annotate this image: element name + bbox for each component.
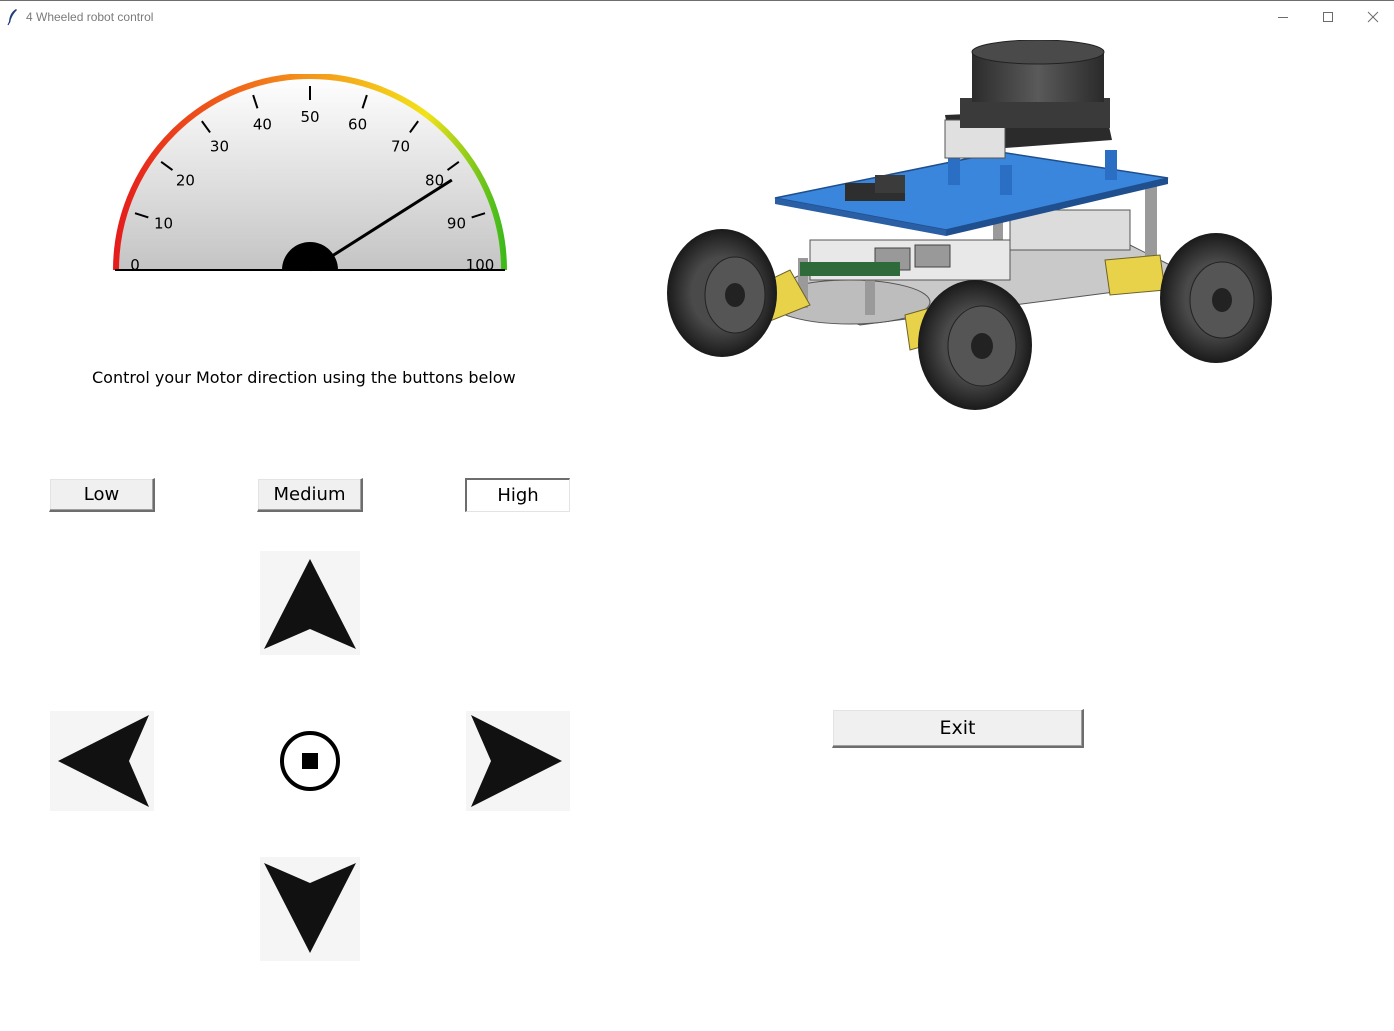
minimize-icon: [1278, 17, 1288, 18]
backward-button[interactable]: [260, 857, 360, 961]
gauge-tick-label: 60: [348, 116, 367, 134]
wheel-front-left: [667, 229, 777, 357]
gauge-tick-label: 20: [176, 171, 195, 189]
medium-speed-button[interactable]: Medium: [257, 478, 363, 512]
gauge-face: [115, 75, 505, 271]
close-button[interactable]: [1350, 1, 1394, 33]
instructions-label: Control your Motor direction using the b…: [92, 368, 516, 387]
stop-icon: [280, 731, 340, 791]
gauge-tick-label: 0: [130, 256, 140, 274]
wheel-front-right: [918, 280, 1032, 410]
gauge-tick-label: 70: [391, 137, 410, 155]
right-arrow-icon: [471, 715, 562, 807]
gauge-tick-label: 10: [154, 214, 173, 232]
right-button[interactable]: [466, 711, 570, 811]
gauge-tick-label: 30: [210, 137, 229, 155]
left-button[interactable]: [50, 711, 154, 811]
wheel-rear-right: [1160, 233, 1272, 363]
feather-icon: [7, 9, 17, 26]
minimize-button[interactable]: [1260, 1, 1306, 33]
down-arrow-icon: [264, 863, 356, 953]
gauge-tick-label: 40: [253, 116, 272, 134]
gauge-tick-label: 50: [300, 108, 319, 126]
gauge-tick-label: 90: [447, 214, 466, 232]
window-title: 4 Wheeled robot control: [26, 10, 154, 24]
left-arrow-icon: [58, 715, 149, 807]
gauge-tick-label: 100: [466, 256, 495, 274]
robot-image: [667, 40, 1272, 410]
close-icon: [1367, 11, 1379, 23]
forward-button[interactable]: [260, 551, 360, 655]
low-speed-button[interactable]: Low: [49, 478, 155, 512]
exit-button[interactable]: Exit: [832, 709, 1084, 748]
up-arrow-icon: [264, 559, 356, 649]
high-speed-button[interactable]: High: [465, 478, 570, 512]
title-bar: 4 Wheeled robot control: [0, 0, 1394, 32]
stop-button[interactable]: [260, 711, 360, 811]
maximize-icon: [1323, 12, 1333, 22]
speed-gauge: 010203040 50 60708090100: [113, 74, 507, 274]
maximize-button[interactable]: [1305, 1, 1351, 33]
